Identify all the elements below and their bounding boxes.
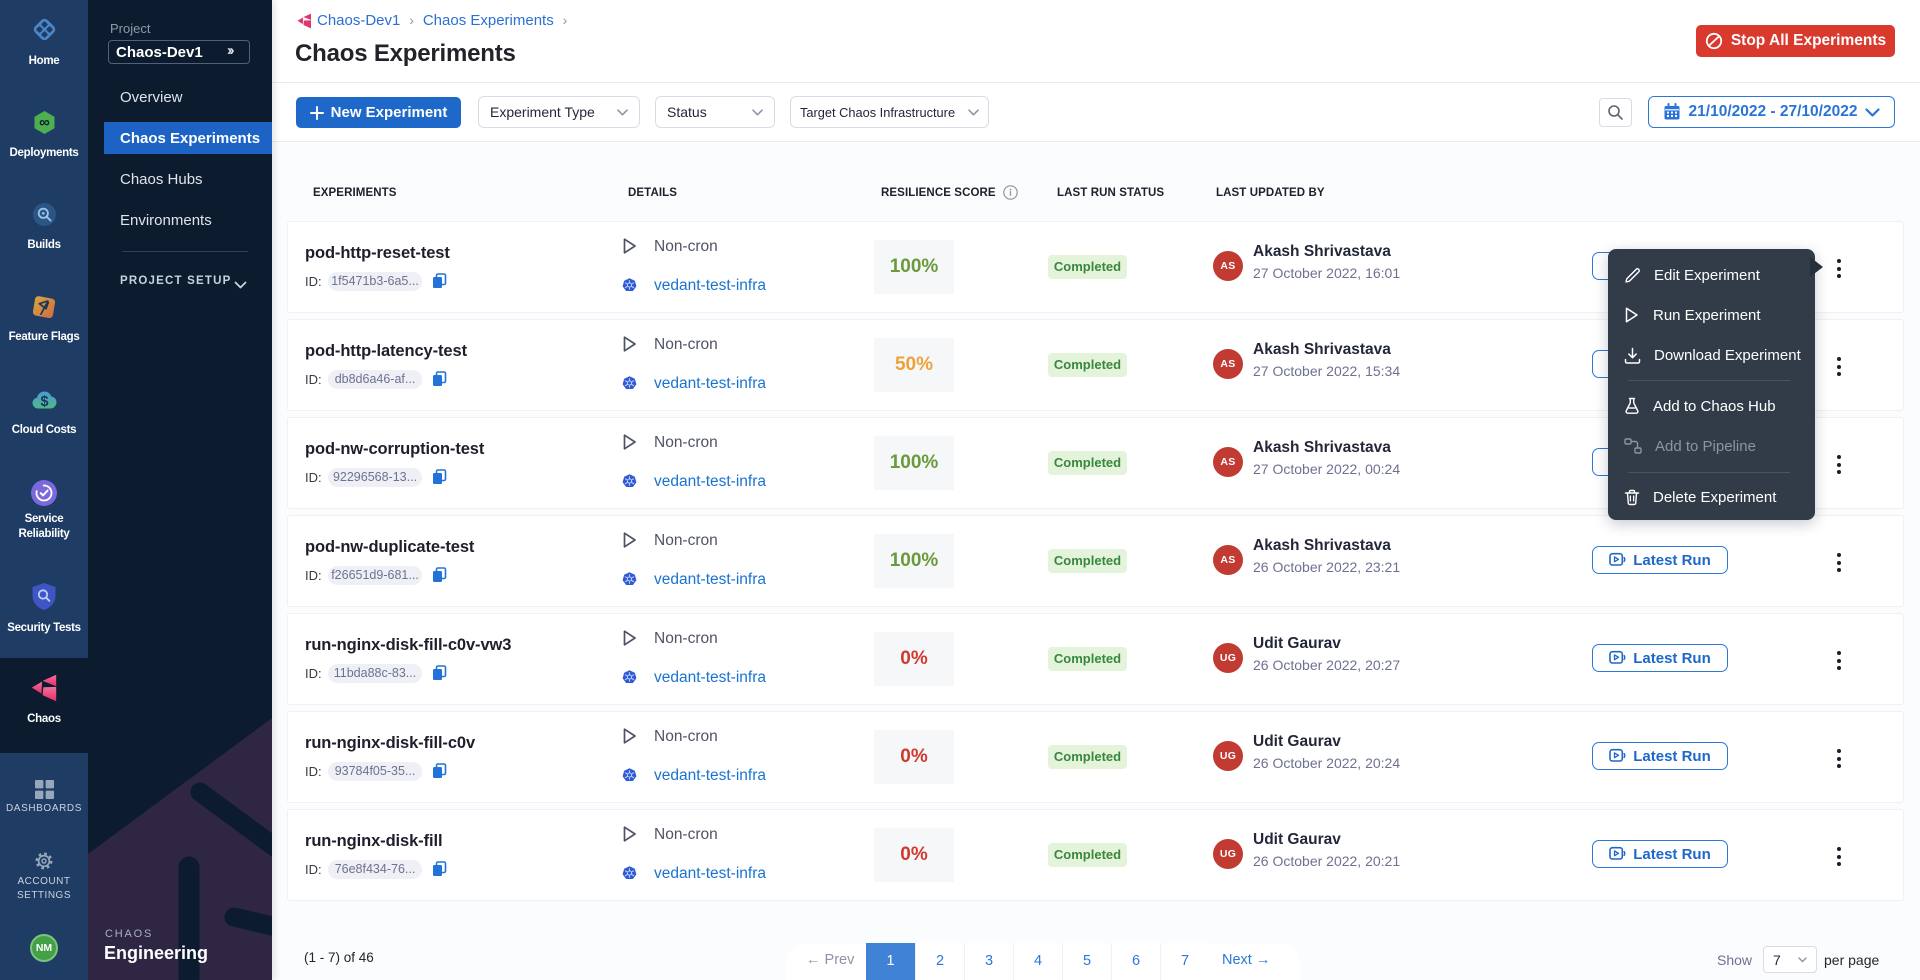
svg-text:$: $ (40, 394, 48, 410)
svg-text:∞: ∞ (39, 114, 50, 131)
